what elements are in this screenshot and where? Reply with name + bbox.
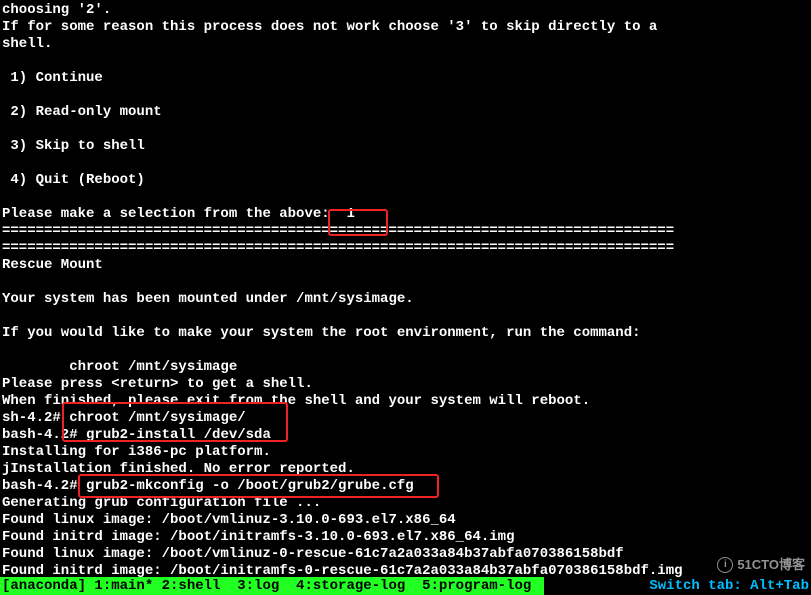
output-line: Installing for i386-pc platform. — [2, 444, 809, 461]
blank-line — [2, 155, 809, 172]
output-line: Found initrd image: /boot/initramfs-3.10… — [2, 529, 809, 546]
terminal-screen[interactable]: choosing '2'. If for some reason this pr… — [0, 0, 811, 595]
output-line: Found linux image: /boot/vmlinuz-0-rescu… — [2, 546, 809, 563]
blank-line — [2, 308, 809, 325]
selection-prompt-text: Please make a selection from the above: — [2, 206, 330, 222]
menu-option-2: 2) Read-only mount — [2, 104, 809, 121]
menu-option-1: 1) Continue — [2, 70, 809, 87]
menu-option-3: 3) Skip to shell — [2, 138, 809, 155]
separator-line: ========================================… — [2, 223, 809, 240]
blank-line — [2, 274, 809, 291]
section-title-rescue: Rescue Mount — [2, 257, 809, 274]
shell-prompt: bash-4.2# — [2, 427, 86, 443]
shell-prompt: sh-4.2# — [2, 410, 69, 426]
status-bar-left[interactable]: [anaconda] 1:main* 2:shell 3:log 4:stora… — [0, 577, 544, 595]
blank-line — [2, 342, 809, 359]
selection-input-value[interactable]: 1 — [330, 206, 355, 222]
selection-prompt-line: Please make a selection from the above: … — [2, 206, 809, 223]
shell-command-grub2-mkconfig[interactable]: grub2-mkconfig -o /boot/grub2/grube.cfg — [86, 478, 414, 494]
text-line: choosing '2'. — [2, 2, 809, 19]
text-line: Please press <return> to get a shell. — [2, 376, 809, 393]
output-line: Found linux image: /boot/vmlinuz-3.10.0-… — [2, 512, 809, 529]
tmux-status-bar: [anaconda] 1:main* 2:shell 3:log 4:stora… — [0, 577, 811, 595]
status-bar-right: Switch tab: Alt+Tab — [649, 577, 811, 595]
shell-command-grub2-install[interactable]: grub2-install /dev/sda — [86, 427, 271, 443]
output-line: Generating grub configuration file ... — [2, 495, 809, 512]
text-line: Your system has been mounted under /mnt/… — [2, 291, 809, 308]
text-line: When finished, please exit from the shel… — [2, 393, 809, 410]
text-line: If for some reason this process does not… — [2, 19, 809, 36]
shell-prompt-line: bash-4.2# grub2-install /dev/sda — [2, 427, 809, 444]
output-line: jInstallation finished. No error reporte… — [2, 461, 809, 478]
blank-line — [2, 189, 809, 206]
chroot-hint: chroot /mnt/sysimage — [2, 359, 809, 376]
shell-prompt-line: sh-4.2# chroot /mnt/sysimage/ — [2, 410, 809, 427]
text-line: If you would like to make your system th… — [2, 325, 809, 342]
blank-line — [2, 53, 809, 70]
blank-line — [2, 121, 809, 138]
text-line: shell. — [2, 36, 809, 53]
shell-prompt-line: bash-4.2# grub2-mkconfig -o /boot/grub2/… — [2, 478, 809, 495]
menu-option-4: 4) Quit (Reboot) — [2, 172, 809, 189]
shell-prompt: bash-4.2# — [2, 478, 86, 494]
blank-line — [2, 87, 809, 104]
separator-line: ========================================… — [2, 240, 809, 257]
shell-command-chroot[interactable]: chroot /mnt/sysimage/ — [69, 410, 245, 426]
